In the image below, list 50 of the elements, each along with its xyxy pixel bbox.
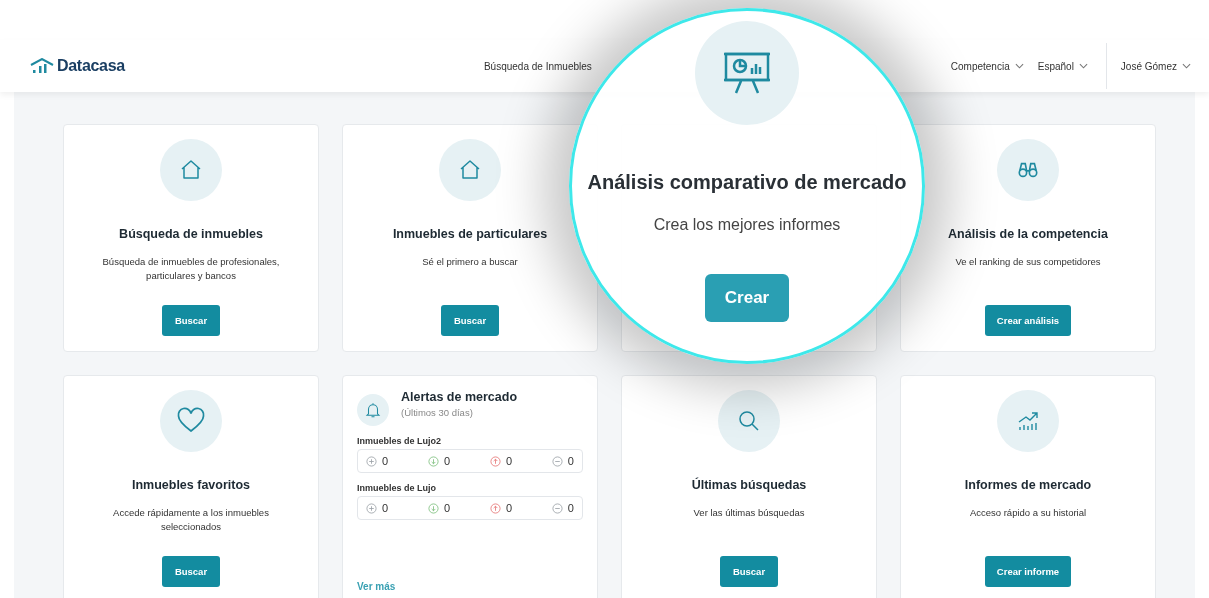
card-action-button[interactable]: Buscar — [720, 556, 778, 587]
nav-link[interactable]: Español — [1037, 60, 1088, 72]
see-more-link[interactable]: Ver más — [357, 581, 396, 592]
circle-plus-icon — [366, 502, 377, 514]
presentation-board-icon — [723, 51, 771, 95]
card-description: Accede rápidamente a los inmuebles seleccionados — [112, 506, 270, 534]
card-action-button[interactable]: Crear análisis — [984, 305, 1072, 336]
magnified-card-description: Crea los mejores informes — [653, 216, 841, 234]
search-icon — [737, 409, 761, 433]
house-bars-logo-icon — [30, 58, 54, 74]
card-title: Inmuebles favoritos — [131, 478, 251, 492]
card-action-button[interactable]: Buscar — [162, 556, 220, 587]
card-title: Análisis de la competencia — [948, 227, 1108, 241]
house-icon — [179, 158, 203, 182]
circle-plus-icon — [366, 455, 377, 467]
card-subtitle: (Últimos 30 días) — [401, 407, 474, 418]
card-title: Alertas de mercado — [401, 390, 518, 404]
card-description: Sé el primero a buscar — [422, 255, 518, 269]
create-button[interactable]: Crear — [705, 274, 789, 322]
circle-minus-icon — [551, 455, 563, 467]
trend-chart-icon — [1016, 409, 1040, 433]
card-action-button[interactable]: Buscar — [162, 305, 220, 336]
card-title: Últimas búsquedas — [691, 478, 807, 492]
alert-count: 0 — [567, 502, 574, 514]
card-description: Búsqueda de inmuebles de profesionales, particulares y bancos — [101, 255, 281, 283]
magnified-card-title: Análisis comparativo de mercado — [587, 171, 907, 194]
alert-count: 0 — [443, 455, 451, 467]
alert-count: 0 — [505, 502, 513, 514]
card-title: Inmuebles de particulares — [392, 227, 548, 241]
card-title: Informes de mercado — [964, 478, 1092, 492]
card-action-button[interactable]: Buscar — [441, 305, 499, 336]
alert-group-name: Inmuebles de Lujo — [357, 483, 437, 493]
card-description: Ver las últimas búsquedas — [693, 506, 805, 520]
alert-count: 0 — [382, 455, 389, 467]
nav-link[interactable]: Búsqueda de Inmuebles — [483, 60, 592, 72]
alert-group-name: Inmuebles de Lujo2 — [357, 436, 442, 446]
house-icon — [458, 158, 482, 182]
circle-minus-icon — [551, 502, 563, 514]
card-description: Acceso rápido a su historial — [969, 506, 1087, 520]
card-action-button[interactable]: Crear informe — [984, 556, 1072, 587]
alert-count: 0 — [505, 455, 513, 467]
card-description: Ve el ranking de sus competidores — [955, 255, 1101, 269]
user-menu[interactable]: José Gómez — [1120, 60, 1191, 72]
bell-icon — [364, 401, 382, 419]
alert-count: 0 — [567, 455, 574, 467]
card-title: Búsqueda de inmuebles — [119, 227, 263, 241]
alert-count: 0 — [443, 502, 451, 514]
logo[interactable]: Datacasa — [30, 57, 125, 75]
alert-count: 0 — [382, 502, 389, 514]
nav-link[interactable]: Competencia — [950, 60, 1024, 72]
